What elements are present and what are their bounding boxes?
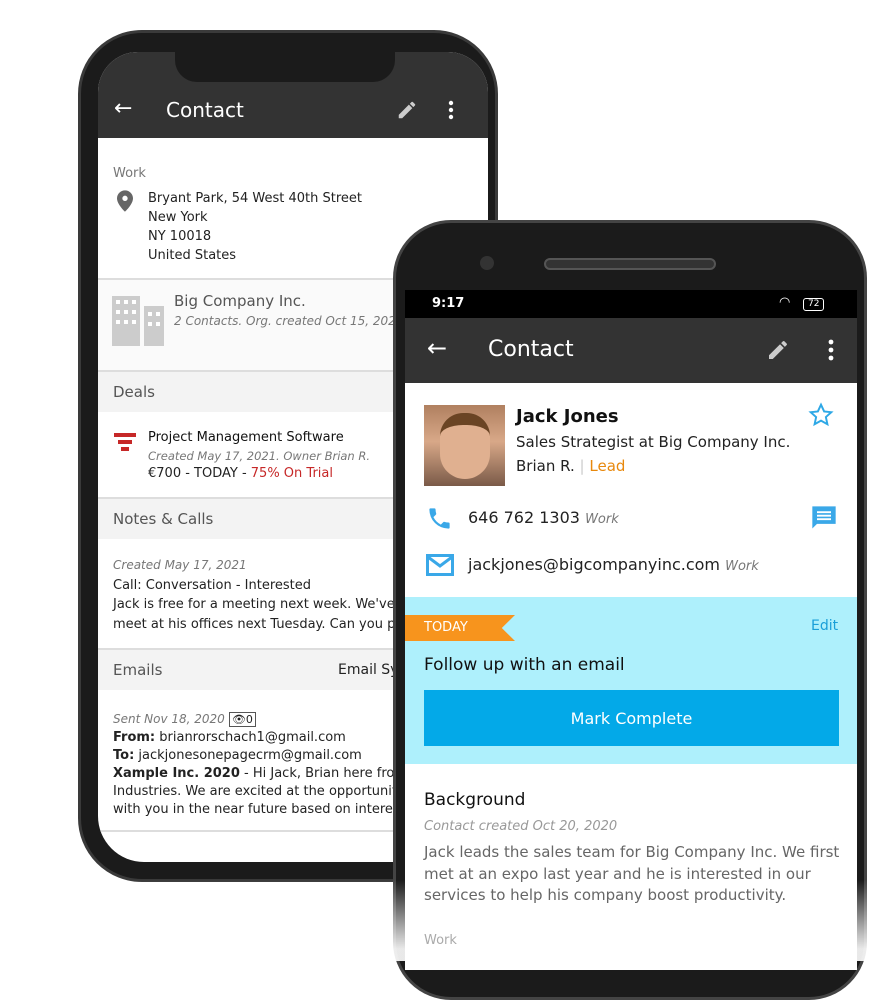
contact-owner: Brian R.: [516, 457, 575, 475]
phone-icon: [429, 508, 450, 529]
to-address: jackjonesonepagecrm@gmail.com: [134, 748, 362, 763]
email-sent-date: Sent Nov 18, 2020: [113, 712, 225, 726]
battery-icon: 72: [803, 298, 825, 311]
edit-icon[interactable]: [396, 99, 418, 121]
contact-name: Jack Jones: [516, 406, 619, 427]
today-badge: TODAY: [405, 615, 515, 641]
background-title: Background: [424, 790, 526, 810]
front-app-header: ← Contact: [405, 318, 857, 383]
deal-summary: €700 - TODAY - 75% On Trial: [148, 466, 333, 481]
more-menu-icon[interactable]: [446, 99, 456, 121]
status-bar: 9:17 ◠ 72: [405, 290, 857, 318]
from-label: From:: [113, 730, 156, 745]
email-type: Work: [725, 559, 759, 574]
next-action-panel: TODAY Edit Follow up with an email Mark …: [405, 597, 857, 764]
building-icon: [112, 296, 164, 346]
email-subject: Xample Inc. 2020: [113, 766, 240, 781]
next-action-text: Follow up with an email: [424, 655, 625, 675]
phone-value: 646 762 1303: [468, 508, 580, 527]
note-body: meet at his offices next Tuesday. Can yo…: [113, 616, 417, 632]
deal-name: Project Management Software: [148, 430, 344, 445]
email-item[interactable]: Sent Nov 18, 2020 👁0 From: brianrorschac…: [113, 710, 433, 819]
address-line: United States: [148, 248, 237, 263]
star-icon[interactable]: [808, 402, 834, 428]
avatar-face: [440, 413, 490, 479]
email-body: Industries. We are excited at the opport…: [113, 784, 422, 799]
views-badge: 👁0: [228, 712, 256, 727]
deal-status: 75% On Trial: [250, 466, 333, 481]
email-icon: [426, 554, 454, 576]
lead-status[interactable]: Lead: [589, 457, 625, 475]
message-icon[interactable]: [810, 504, 838, 532]
address-line: New York: [148, 210, 208, 225]
phone-type: Work: [585, 512, 619, 527]
edit-action-link[interactable]: Edit: [811, 618, 838, 634]
org-name: Big Company Inc.: [174, 292, 306, 310]
deal-amount: €700 - TODAY -: [148, 466, 251, 481]
phone-number[interactable]: 646 762 1303 Work: [468, 508, 619, 527]
eye-icon: 👁: [231, 713, 246, 726]
background-text: Jack leads the sales team for Big Compan…: [424, 843, 840, 904]
more-menu-icon[interactable]: [826, 338, 836, 362]
next-section-label: Work: [424, 933, 457, 948]
contact-title: Sales Strategist at Big Company Inc.: [516, 433, 791, 451]
separator: |: [579, 457, 585, 475]
speaker-grille: [544, 258, 716, 270]
back-arrow-icon[interactable]: ←: [114, 96, 132, 121]
note-body: Jack is free for a meeting next week. We…: [113, 597, 429, 612]
address-line: Bryant Park, 54 West 40th Street: [148, 191, 363, 206]
front-phone-screen: 9:17 ◠ 72 ← Contact Jack Jones Sales Str…: [405, 290, 857, 970]
contact-avatar: [424, 405, 505, 486]
mark-complete-button[interactable]: Mark Complete: [424, 690, 839, 746]
email-address[interactable]: jackjones@bigcompanyinc.com Work: [468, 555, 759, 574]
contact-owner-status: Brian R. | Lead: [516, 457, 625, 475]
status-time: 9:17: [432, 296, 465, 311]
address-label: Work: [113, 166, 146, 181]
back-arrow-icon[interactable]: ←: [427, 334, 447, 362]
header-title: Contact: [166, 98, 244, 122]
deal-funnel-icon: [114, 433, 136, 451]
address-block[interactable]: Bryant Park, 54 West 40th Street New York…: [148, 189, 362, 265]
from-address: brianrorschach1@gmail.com: [155, 730, 346, 745]
email-sync-button[interactable]: Email Sy: [338, 662, 398, 678]
note-created: Created May 17, 2021: [113, 558, 247, 572]
views-count: 0: [245, 713, 253, 726]
address-line: NY 10018: [148, 229, 212, 244]
org-meta: 2 Contacts. Org. created Oct 15, 2020: [174, 314, 404, 328]
background-created: Contact created Oct 20, 2020: [424, 819, 618, 834]
header-title: Contact: [488, 337, 574, 362]
deal-meta: Created May 17, 2021. Owner Brian R.: [148, 449, 371, 463]
to-label: To:: [113, 748, 135, 763]
front-camera: [480, 256, 494, 270]
emails-title: Emails: [113, 661, 163, 679]
phone-notch: [175, 52, 395, 82]
note-call: Call: Conversation - Interested: [113, 577, 312, 593]
wifi-icon: ◠: [779, 295, 791, 310]
note-item[interactable]: Created May 17, 2021 Call: Conversation …: [113, 556, 428, 634]
email-body: with you in the near future based on int…: [113, 802, 417, 817]
edit-icon[interactable]: [766, 338, 790, 362]
location-pin-icon: [117, 190, 133, 212]
email-value: jackjones@bigcompanyinc.com: [468, 555, 721, 574]
